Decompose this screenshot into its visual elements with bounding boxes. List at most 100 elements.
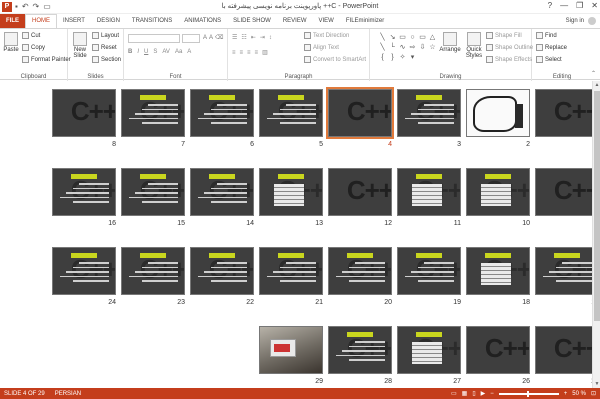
slide-thumbnail[interactable]: C++ bbox=[326, 87, 394, 139]
slide-thumbnail[interactable] bbox=[259, 326, 323, 374]
minimize-button[interactable]: — bbox=[560, 1, 568, 10]
shape-brace-icon[interactable]: { bbox=[378, 53, 387, 62]
zoom-slider[interactable] bbox=[498, 390, 559, 397]
slide-thumbnail[interactable]: C++ bbox=[190, 168, 254, 216]
slide-thumbnail[interactable]: C++ bbox=[466, 247, 530, 295]
language-indicator[interactable]: PERSIAN bbox=[55, 391, 81, 397]
shapes-gallery[interactable]: ╲ ↘ ▭ ○ ▭ △ ╲ └ ∿ ⇨ ⇩ ☆ {} ✧ ▾ bbox=[378, 33, 437, 65]
normal-view-icon[interactable]: ▭ bbox=[451, 390, 457, 397]
align-right-icon[interactable]: ≡ bbox=[247, 50, 251, 56]
shape-right-arrow-icon[interactable]: ⇨ bbox=[408, 43, 417, 52]
scroll-up-icon[interactable]: ▲ bbox=[593, 81, 600, 89]
font-grow-shrink[interactable]: A A ⌫ bbox=[203, 34, 224, 42]
line-spacing-icon[interactable]: ↕ bbox=[269, 35, 272, 41]
restore-button[interactable]: ❐ bbox=[576, 1, 583, 10]
tab-review[interactable]: REVIEW bbox=[277, 14, 313, 28]
slide-thumbnail[interactable]: C++ bbox=[535, 326, 599, 374]
slide-thumbnail[interactable]: C++ bbox=[259, 247, 323, 295]
slide-thumbnail[interactable]: C++ bbox=[397, 168, 461, 216]
shape-oval-icon[interactable]: ○ bbox=[408, 33, 417, 42]
slide-thumbnail[interactable]: C++ bbox=[535, 89, 599, 137]
shape-effects-button[interactable]: Shape Effects bbox=[486, 56, 532, 63]
slide-thumbnail[interactable]: C++ bbox=[328, 326, 392, 374]
bullets-icon[interactable]: ☰ bbox=[232, 34, 237, 41]
align-left-icon[interactable]: ≡ bbox=[232, 50, 236, 56]
strikethrough-icon[interactable]: S bbox=[153, 49, 157, 55]
reading-view-icon[interactable]: ▯ bbox=[472, 390, 475, 397]
shape-more-icon[interactable]: ▾ bbox=[408, 53, 417, 62]
slide-thumbnail[interactable] bbox=[466, 89, 530, 137]
shrink-font-icon[interactable]: A bbox=[209, 35, 213, 41]
underline-icon[interactable]: U bbox=[144, 49, 148, 55]
slide-thumbnail[interactable]: C++ bbox=[121, 168, 185, 216]
slide-thumbnail[interactable]: C++ bbox=[328, 168, 392, 216]
shape-line2-icon[interactable]: ╲ bbox=[378, 43, 387, 52]
char-spacing-icon[interactable]: AV bbox=[162, 49, 170, 55]
shape-rect2-icon[interactable]: ▭ bbox=[418, 33, 427, 42]
slide-thumbnail[interactable]: C++ bbox=[52, 247, 116, 295]
align-text-button[interactable]: Align Text bbox=[304, 44, 339, 51]
slide-thumbnail[interactable]: C++ bbox=[121, 247, 185, 295]
tab-file[interactable]: FILE bbox=[0, 14, 25, 28]
slide-thumbnail[interactable]: C++ bbox=[121, 89, 185, 137]
new-slide-button[interactable]: New Slide bbox=[71, 32, 89, 59]
columns-icon[interactable]: ▥ bbox=[262, 49, 268, 56]
slide-thumbnail[interactable]: C++ bbox=[397, 247, 461, 295]
slide-thumbnail[interactable]: C++ bbox=[397, 326, 461, 374]
slideshow-view-icon[interactable]: ▶ bbox=[481, 390, 486, 397]
format-painter-button[interactable]: Format Painter bbox=[22, 56, 71, 63]
slide-thumbnail[interactable]: C++ bbox=[535, 168, 599, 216]
slide-thumbnail[interactable]: C++ bbox=[259, 168, 323, 216]
shape-rect-icon[interactable]: ▭ bbox=[398, 33, 407, 42]
slide-thumbnail[interactable]: C++ bbox=[535, 247, 599, 295]
slide-thumbnail[interactable]: C++ bbox=[328, 247, 392, 295]
scroll-thumb[interactable] bbox=[594, 91, 600, 321]
find-button[interactable]: Find bbox=[536, 32, 557, 39]
slide-thumbnail[interactable]: C++ bbox=[466, 326, 530, 374]
sign-in-label[interactable]: Sign in bbox=[566, 14, 584, 28]
quick-styles-button[interactable]: Quick Styles bbox=[462, 32, 486, 59]
italic-icon[interactable]: I bbox=[137, 49, 139, 55]
tab-fileminimizer[interactable]: FILEminimizer bbox=[340, 14, 390, 28]
zoom-in-icon[interactable]: + bbox=[564, 391, 568, 397]
tab-design[interactable]: DESIGN bbox=[91, 14, 126, 28]
font-color-icon[interactable]: A bbox=[187, 49, 191, 55]
slide-thumbnail[interactable]: C++ bbox=[466, 168, 530, 216]
shape-fill-button[interactable]: Shape Fill bbox=[486, 32, 522, 39]
slide-thumbnail[interactable]: C++ bbox=[52, 168, 116, 216]
slide-sorter-view-icon[interactable]: ▦ bbox=[462, 390, 468, 397]
shape-star-icon[interactable]: ☆ bbox=[428, 43, 437, 52]
select-button[interactable]: Select bbox=[536, 56, 562, 63]
shape-arrow-icon[interactable]: ↘ bbox=[388, 33, 397, 42]
tab-animations[interactable]: ANIMATIONS bbox=[178, 14, 227, 28]
zoom-level[interactable]: 50 % bbox=[572, 391, 586, 397]
convert-smartart-button[interactable]: Convert to SmartArt bbox=[304, 56, 366, 63]
increase-indent-icon[interactable]: ⇥ bbox=[260, 34, 265, 41]
clear-format-icon[interactable]: ⌫ bbox=[215, 34, 223, 41]
collapse-ribbon-icon[interactable]: ⌃ bbox=[591, 70, 596, 77]
paste-button[interactable]: Paste bbox=[3, 32, 19, 53]
layout-button[interactable]: Layout bbox=[92, 32, 119, 39]
zoom-slider-thumb[interactable] bbox=[526, 390, 529, 397]
sign-in[interactable]: Sign in bbox=[566, 14, 596, 28]
help-icon[interactable]: ? bbox=[548, 1, 552, 10]
slide-thumbnail[interactable]: C++ bbox=[190, 89, 254, 137]
shape-line-icon[interactable]: ╲ bbox=[378, 33, 387, 42]
tab-insert[interactable]: INSERT bbox=[57, 14, 91, 28]
shape-star2-icon[interactable]: ✧ bbox=[398, 53, 407, 62]
numbering-icon[interactable]: ☷ bbox=[241, 34, 246, 41]
slide-thumbnail[interactable]: C++ bbox=[190, 247, 254, 295]
font-name-input[interactable] bbox=[128, 34, 180, 43]
change-case-icon[interactable]: Aa bbox=[175, 49, 182, 55]
replace-button[interactable]: Replace bbox=[536, 44, 567, 51]
slide-thumbnail[interactable]: C++ bbox=[52, 89, 116, 137]
grow-font-icon[interactable]: A bbox=[203, 35, 207, 41]
shape-triangle-icon[interactable]: △ bbox=[428, 33, 437, 42]
shape-outline-button[interactable]: Shape Outline bbox=[486, 44, 533, 51]
tab-slide-show[interactable]: SLIDE SHOW bbox=[227, 14, 277, 28]
close-button[interactable]: ✕ bbox=[591, 1, 598, 10]
shape-brace2-icon[interactable]: } bbox=[388, 53, 397, 62]
slide-thumbnail[interactable]: C++ bbox=[397, 89, 461, 137]
shape-elbow-icon[interactable]: └ bbox=[388, 43, 397, 52]
fit-slide-icon[interactable]: ⊡ bbox=[591, 390, 596, 397]
